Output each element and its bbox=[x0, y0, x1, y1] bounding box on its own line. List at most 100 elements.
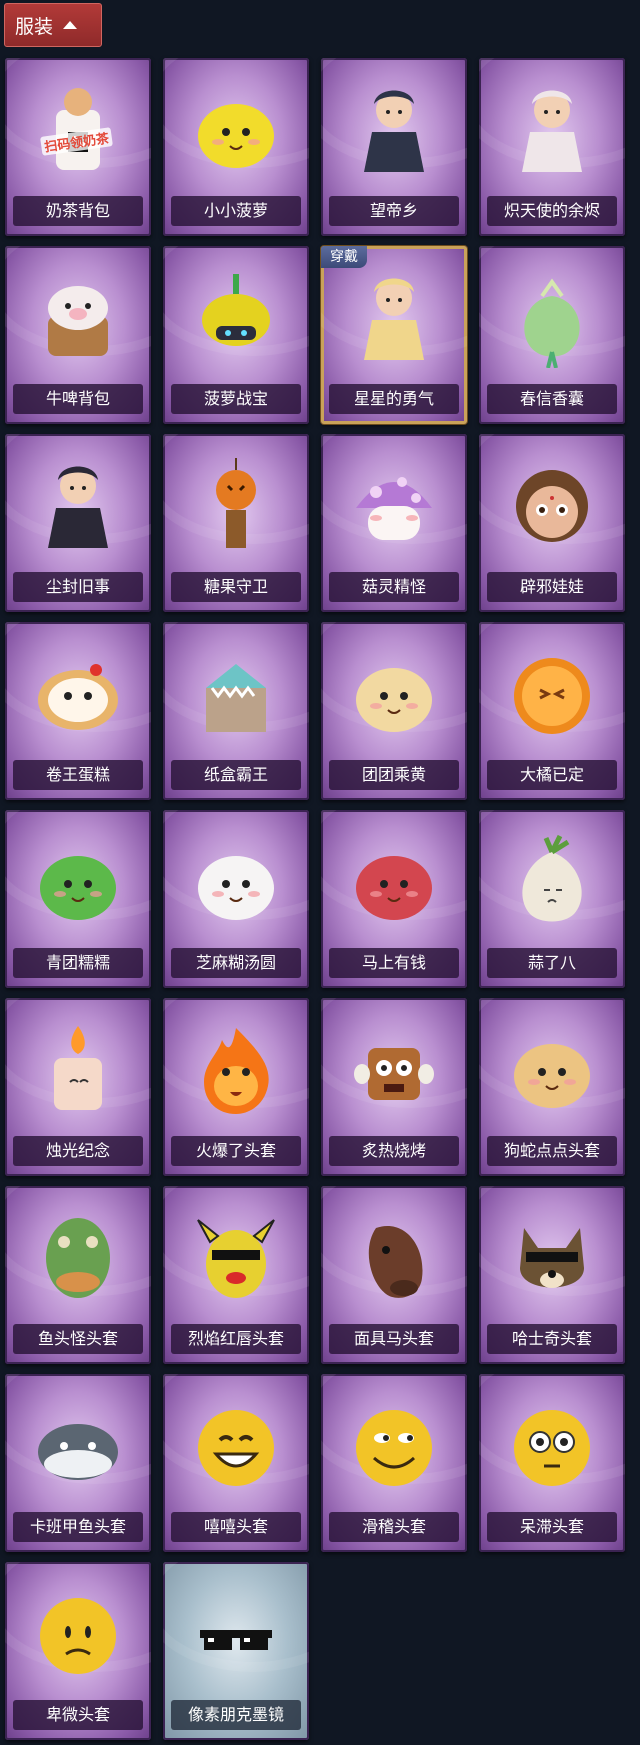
item-label: 蒜了八 bbox=[487, 948, 617, 978]
turtle-head-mask-icon bbox=[30, 1396, 126, 1496]
item-label: 春信香囊 bbox=[487, 384, 617, 414]
mushroom-spirit-icon bbox=[346, 456, 442, 556]
cow-beer-backpack-icon bbox=[30, 268, 126, 368]
item-card[interactable]: 狗蛇点点头套 bbox=[479, 998, 625, 1176]
humble-emoji-mask-icon bbox=[30, 1584, 126, 1684]
item-label: 鱼头怪头套 bbox=[13, 1324, 143, 1354]
wangdixiang-figure-icon bbox=[346, 80, 442, 180]
item-card[interactable]: 烈焰红唇头套 bbox=[163, 1186, 309, 1364]
fish-head-mask-icon bbox=[30, 1208, 126, 1308]
item-card[interactable]: 团团乘黄 bbox=[321, 622, 467, 800]
horse-money-icon bbox=[346, 832, 442, 932]
item-card[interactable]: 烛光纪念 bbox=[5, 998, 151, 1176]
item-card[interactable]: 炙热烧烤 bbox=[321, 998, 467, 1176]
item-card[interactable]: 嘻嘻头套 bbox=[163, 1374, 309, 1552]
item-card[interactable]: 大橘已定 bbox=[479, 622, 625, 800]
item-card[interactable]: 鱼头怪头套 bbox=[5, 1186, 151, 1364]
warding-doll-icon bbox=[504, 456, 600, 556]
item-label: 望帝乡 bbox=[329, 196, 459, 226]
item-label: 狗蛇点点头套 bbox=[487, 1136, 617, 1166]
orange-slice-icon bbox=[504, 644, 600, 744]
item-label: 大橘已定 bbox=[487, 760, 617, 790]
item-label: 青团糯糯 bbox=[13, 948, 143, 978]
red-lips-mask-icon bbox=[188, 1208, 284, 1308]
item-label: 菠萝战宝 bbox=[171, 384, 301, 414]
item-label: 炽天使的余烬 bbox=[487, 196, 617, 226]
item-label: 火爆了头套 bbox=[171, 1136, 301, 1166]
box-dino-icon bbox=[188, 644, 284, 744]
item-label: 尘封旧事 bbox=[13, 572, 143, 602]
item-card[interactable]: 青团糯糯 bbox=[5, 810, 151, 988]
item-label: 面具马头套 bbox=[329, 1324, 459, 1354]
item-label: 卷王蛋糕 bbox=[13, 760, 143, 790]
green-dumpling-icon bbox=[30, 832, 126, 932]
item-label: 辟邪娃娃 bbox=[487, 572, 617, 602]
pixel-sunglasses-icon bbox=[188, 1584, 284, 1684]
item-card[interactable]: 蒜了八 bbox=[479, 810, 625, 988]
husky-head-mask-icon bbox=[504, 1208, 600, 1308]
item-card[interactable]: 马上有钱 bbox=[321, 810, 467, 988]
item-card[interactable]: 扫码领奶茶 奶茶背包 bbox=[5, 58, 151, 236]
item-card[interactable]: 卑微头套 bbox=[5, 1562, 151, 1740]
item-label: 呆滞头套 bbox=[487, 1512, 617, 1542]
item-label: 菇灵精怪 bbox=[329, 572, 459, 602]
item-label: 小小菠萝 bbox=[171, 196, 301, 226]
item-label: 纸盒霸王 bbox=[171, 760, 301, 790]
item-card[interactable]: 哈士奇头套 bbox=[479, 1186, 625, 1364]
item-label: 芝麻糊汤圆 bbox=[171, 948, 301, 978]
item-label: 滑稽头套 bbox=[329, 1512, 459, 1542]
item-label: 卑微头套 bbox=[13, 1700, 143, 1730]
item-card[interactable]: 芝麻糊汤圆 bbox=[163, 810, 309, 988]
item-label: 烈焰红唇头套 bbox=[171, 1324, 301, 1354]
item-label: 烛光纪念 bbox=[13, 1136, 143, 1166]
horse-head-mask-icon bbox=[346, 1208, 442, 1308]
item-card[interactable]: 卡班甲鱼头套 bbox=[5, 1374, 151, 1552]
item-card[interactable]: 滑稽头套 bbox=[321, 1374, 467, 1552]
garlic-icon bbox=[504, 832, 600, 932]
item-label: 卡班甲鱼头套 bbox=[13, 1512, 143, 1542]
grin-emoji-mask-icon bbox=[188, 1396, 284, 1496]
item-card[interactable]: 辟邪娃娃 bbox=[479, 434, 625, 612]
dusty-past-charm-icon bbox=[30, 456, 126, 556]
item-card[interactable]: 牛啤背包 bbox=[5, 246, 151, 424]
seraph-ember-figure-icon bbox=[504, 80, 600, 180]
fire-head-icon bbox=[188, 1020, 284, 1120]
pineapple-warrior-icon bbox=[188, 268, 284, 368]
candle-icon bbox=[30, 1020, 126, 1120]
item-card[interactable]: 穿戴 星星的勇气 bbox=[321, 246, 467, 424]
sesame-tangyuan-icon bbox=[188, 832, 284, 932]
item-label: 马上有钱 bbox=[329, 948, 459, 978]
item-card[interactable]: 尘封旧事 bbox=[5, 434, 151, 612]
item-label: 炙热烧烤 bbox=[329, 1136, 459, 1166]
item-card[interactable]: 望帝乡 bbox=[321, 58, 467, 236]
candy-guard-charm-icon bbox=[188, 456, 284, 556]
spring-sachet-icon bbox=[504, 268, 600, 368]
item-card[interactable]: 火爆了头套 bbox=[163, 998, 309, 1176]
dog-snake-head-icon bbox=[504, 1020, 600, 1120]
bbq-meat-icon bbox=[346, 1020, 442, 1120]
item-label: 哈士奇头套 bbox=[487, 1324, 617, 1354]
item-card[interactable]: 呆滞头套 bbox=[479, 1374, 625, 1552]
item-card[interactable]: 像素朋克墨镜 bbox=[163, 1562, 309, 1740]
star-courage-charm-icon bbox=[346, 268, 442, 368]
equipped-badge: 穿戴 bbox=[321, 246, 367, 268]
item-card[interactable]: 纸盒霸王 bbox=[163, 622, 309, 800]
funny-emoji-mask-icon bbox=[346, 1396, 442, 1496]
item-label: 像素朋克墨镜 bbox=[171, 1700, 301, 1730]
item-label: 奶茶背包 bbox=[13, 196, 143, 226]
item-card[interactable]: 面具马头套 bbox=[321, 1186, 467, 1364]
item-card[interactable]: 菠萝战宝 bbox=[163, 246, 309, 424]
item-card[interactable]: 糖果守卫 bbox=[163, 434, 309, 612]
item-label: 团团乘黄 bbox=[329, 760, 459, 790]
dazed-emoji-mask-icon bbox=[504, 1396, 600, 1496]
item-label: 牛啤背包 bbox=[13, 384, 143, 414]
item-label: 糖果守卫 bbox=[171, 572, 301, 602]
item-card[interactable]: 春信香囊 bbox=[479, 246, 625, 424]
item-card[interactable]: 卷王蛋糕 bbox=[5, 622, 151, 800]
chenghuang-bun-icon bbox=[346, 644, 442, 744]
item-grid: 扫码领奶茶 奶茶背包 小小菠萝 望帝乡 炽天使的余烬牛啤背包 菠萝战宝 穿戴 星星的勇气 春信香… bbox=[0, 0, 640, 1745]
item-card[interactable]: 小小菠萝 bbox=[163, 58, 309, 236]
item-card[interactable]: 菇灵精怪 bbox=[321, 434, 467, 612]
little-pineapple-icon bbox=[188, 80, 284, 180]
item-card[interactable]: 炽天使的余烬 bbox=[479, 58, 625, 236]
